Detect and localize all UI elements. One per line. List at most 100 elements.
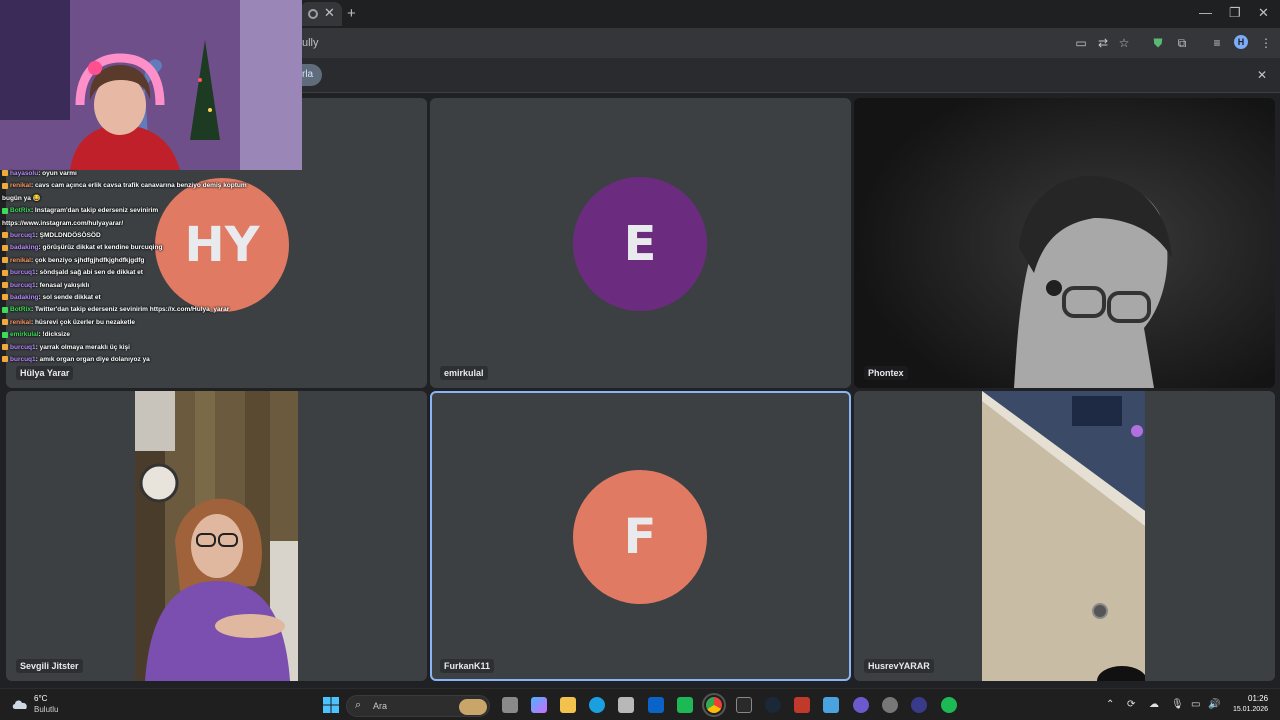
chat-message: badaking: sol sende dikkat et: [0, 292, 300, 304]
chat-badge-icon: [2, 269, 8, 276]
app-purple-icon[interactable]: [853, 697, 869, 713]
chat-badge-icon: [2, 356, 8, 363]
windows-start-icon[interactable]: [323, 697, 339, 713]
minimize-button[interactable]: —: [1199, 5, 1212, 20]
chat-text: : söndşald sağ abi sen de dikkat et: [35, 269, 143, 277]
xbox-icon[interactable]: [677, 697, 693, 713]
chat-badge-icon: [2, 319, 8, 326]
participant-tile[interactable]: F FurkanK11: [430, 391, 851, 681]
app-navy-icon[interactable]: [911, 697, 927, 713]
edge-icon[interactable]: [589, 697, 605, 713]
outlook-icon[interactable]: [648, 697, 664, 713]
copilot-icon[interactable]: [531, 697, 547, 713]
volume-icon[interactable]: 🔊: [1208, 699, 1220, 710]
chat-badge-icon: [2, 331, 8, 338]
participant-tile[interactable]: Phontex: [854, 98, 1275, 388]
extensions-icon[interactable]: ⧉: [1174, 35, 1190, 51]
chat-badge-icon: [2, 294, 8, 301]
taskbar-search[interactable]: ⌕ Ara: [346, 695, 490, 717]
app-red-icon[interactable]: [794, 697, 810, 713]
chat-message: burcuq1: yarrak olmaya meraklı üç kişi: [0, 342, 300, 354]
app-blue-icon[interactable]: [823, 697, 839, 713]
chat-text: : oyun varmı: [38, 170, 77, 177]
media-control-icon[interactable]: ≡: [1209, 35, 1225, 51]
participant-avatar: E: [573, 177, 707, 311]
chat-text: : Twitter'dan takip ederseniz sevinirim …: [30, 306, 230, 314]
chat-message: bugün ya 😂: [0, 193, 300, 205]
chat-message: BotRix: Twitter'dan takip ederseniz sevi…: [0, 304, 300, 316]
steam-icon[interactable]: [765, 697, 781, 713]
chat-badge-icon: [2, 207, 8, 214]
chat-text: : yarrak olmaya meraklı üç kişi: [35, 343, 130, 351]
network-icon[interactable]: ▭: [1191, 699, 1200, 710]
participant-tile[interactable]: HusrevYARAR: [854, 391, 1275, 681]
participant-video: [854, 98, 1275, 388]
profile-avatar[interactable]: H: [1234, 35, 1248, 49]
browser-tab[interactable]: ✕: [300, 2, 342, 26]
shield-extension-icon[interactable]: ⛊: [1150, 35, 1166, 51]
chat-message: burcuq1: amık organ organ diye dolanıyoz…: [0, 354, 300, 366]
bookmark-star-icon[interactable]: ☆: [1116, 35, 1132, 51]
chat-text: : hüsrevi çok üzerler bu nezaketle: [30, 318, 136, 326]
menu-icon[interactable]: ⋮: [1258, 35, 1274, 51]
participant-name: Hülya Yarar: [16, 366, 74, 380]
search-highlight-icon: [459, 699, 487, 715]
chat-text: : !dicksize: [38, 331, 70, 339]
tray-cloud-icon[interactable]: ☁: [1149, 699, 1159, 710]
participant-tile[interactable]: Sevgili Jitster: [6, 391, 427, 681]
chat-text: : görüşürüz dikkat et kendine burcuqing: [38, 244, 163, 252]
chat-message: renikal: hüsrevi çok üzerler bu nezaketl…: [0, 317, 300, 329]
task-view-icon[interactable]: [502, 697, 518, 713]
clock-date[interactable]: 15.01.2026: [1228, 706, 1268, 713]
chat-badge-icon: [2, 343, 8, 350]
chat-username: burcuq1: [10, 232, 36, 240]
translate-icon[interactable]: ⇄: [1095, 35, 1111, 51]
spotify-icon[interactable]: [941, 697, 957, 713]
chat-text: bugün ya 😂: [2, 194, 41, 202]
weather-description[interactable]: Bulutlu: [34, 705, 58, 714]
streamer-webcam: [0, 0, 302, 170]
maximize-button[interactable]: ❐: [1229, 5, 1241, 21]
search-placeholder: Ara: [373, 701, 388, 711]
info-bar-close-icon[interactable]: ✕: [1257, 68, 1267, 82]
participant-name: Sevgili Jitster: [16, 659, 83, 673]
chat-username: hayasolu: [10, 170, 39, 177]
chrome-icon[interactable]: [702, 693, 726, 717]
address-bar[interactable]: ully: [302, 37, 319, 49]
participant-tile[interactable]: E emirkulal: [430, 98, 851, 388]
clock-time[interactable]: 01:26: [1248, 694, 1268, 703]
chat-text: : Instagram'dan takip ederseniz seviniri…: [30, 207, 159, 215]
chat-message: burcuq1: fenasal yakışıklı: [0, 280, 300, 292]
chat-badge-icon: [2, 281, 8, 288]
weather-temperature[interactable]: 6°C: [34, 694, 47, 703]
obs-icon[interactable]: [882, 697, 898, 713]
tray-chevron-icon[interactable]: ⌃: [1106, 699, 1114, 710]
chat-message: burcuq1: ŞMDLDNDÖSÖSÖD: [0, 230, 300, 242]
chat-message: https://www.instagram.com/hulyayarar/: [0, 218, 300, 230]
epic-games-icon[interactable]: [736, 697, 752, 713]
microphone-icon[interactable]: 🎙: [1171, 699, 1184, 710]
tab-close-icon[interactable]: ✕: [324, 5, 335, 21]
chat-username: renikal: [10, 318, 31, 326]
participant-avatar: F: [573, 470, 707, 604]
file-explorer-icon[interactable]: [560, 697, 576, 713]
chat-message: burcuq1: söndşald sağ abi sen de dikkat …: [0, 267, 300, 279]
cast-icon[interactable]: ▭: [1073, 35, 1089, 51]
webcam-image: [0, 0, 302, 170]
close-window-button[interactable]: ✕: [1258, 5, 1269, 21]
chat-message: BotRix: Instagram'dan takip ederseniz se…: [0, 205, 300, 217]
chat-text: : amık organ organ diye dolanıyoz ya: [35, 356, 150, 364]
chat-text: : çok benziyo sjhdfgjhdfkjghdfkjgdfg: [30, 256, 145, 264]
store-icon[interactable]: [618, 697, 634, 713]
participant-video: [982, 391, 1145, 681]
chat-text: : fenasal yakışıklı: [35, 281, 90, 289]
chat-badge-icon: [2, 257, 8, 264]
chat-badge-icon: [2, 306, 8, 313]
new-tab-button[interactable]: +: [347, 5, 356, 22]
tray-sync-icon[interactable]: ⟳: [1127, 699, 1135, 710]
participant-name: HusrevYARAR: [864, 659, 934, 673]
chat-badge-icon: [2, 232, 8, 239]
cloud-icon[interactable]: [11, 698, 29, 710]
chat-username: badaking: [10, 244, 39, 252]
chat-message: hayasolu: oyun varmı: [0, 168, 300, 180]
